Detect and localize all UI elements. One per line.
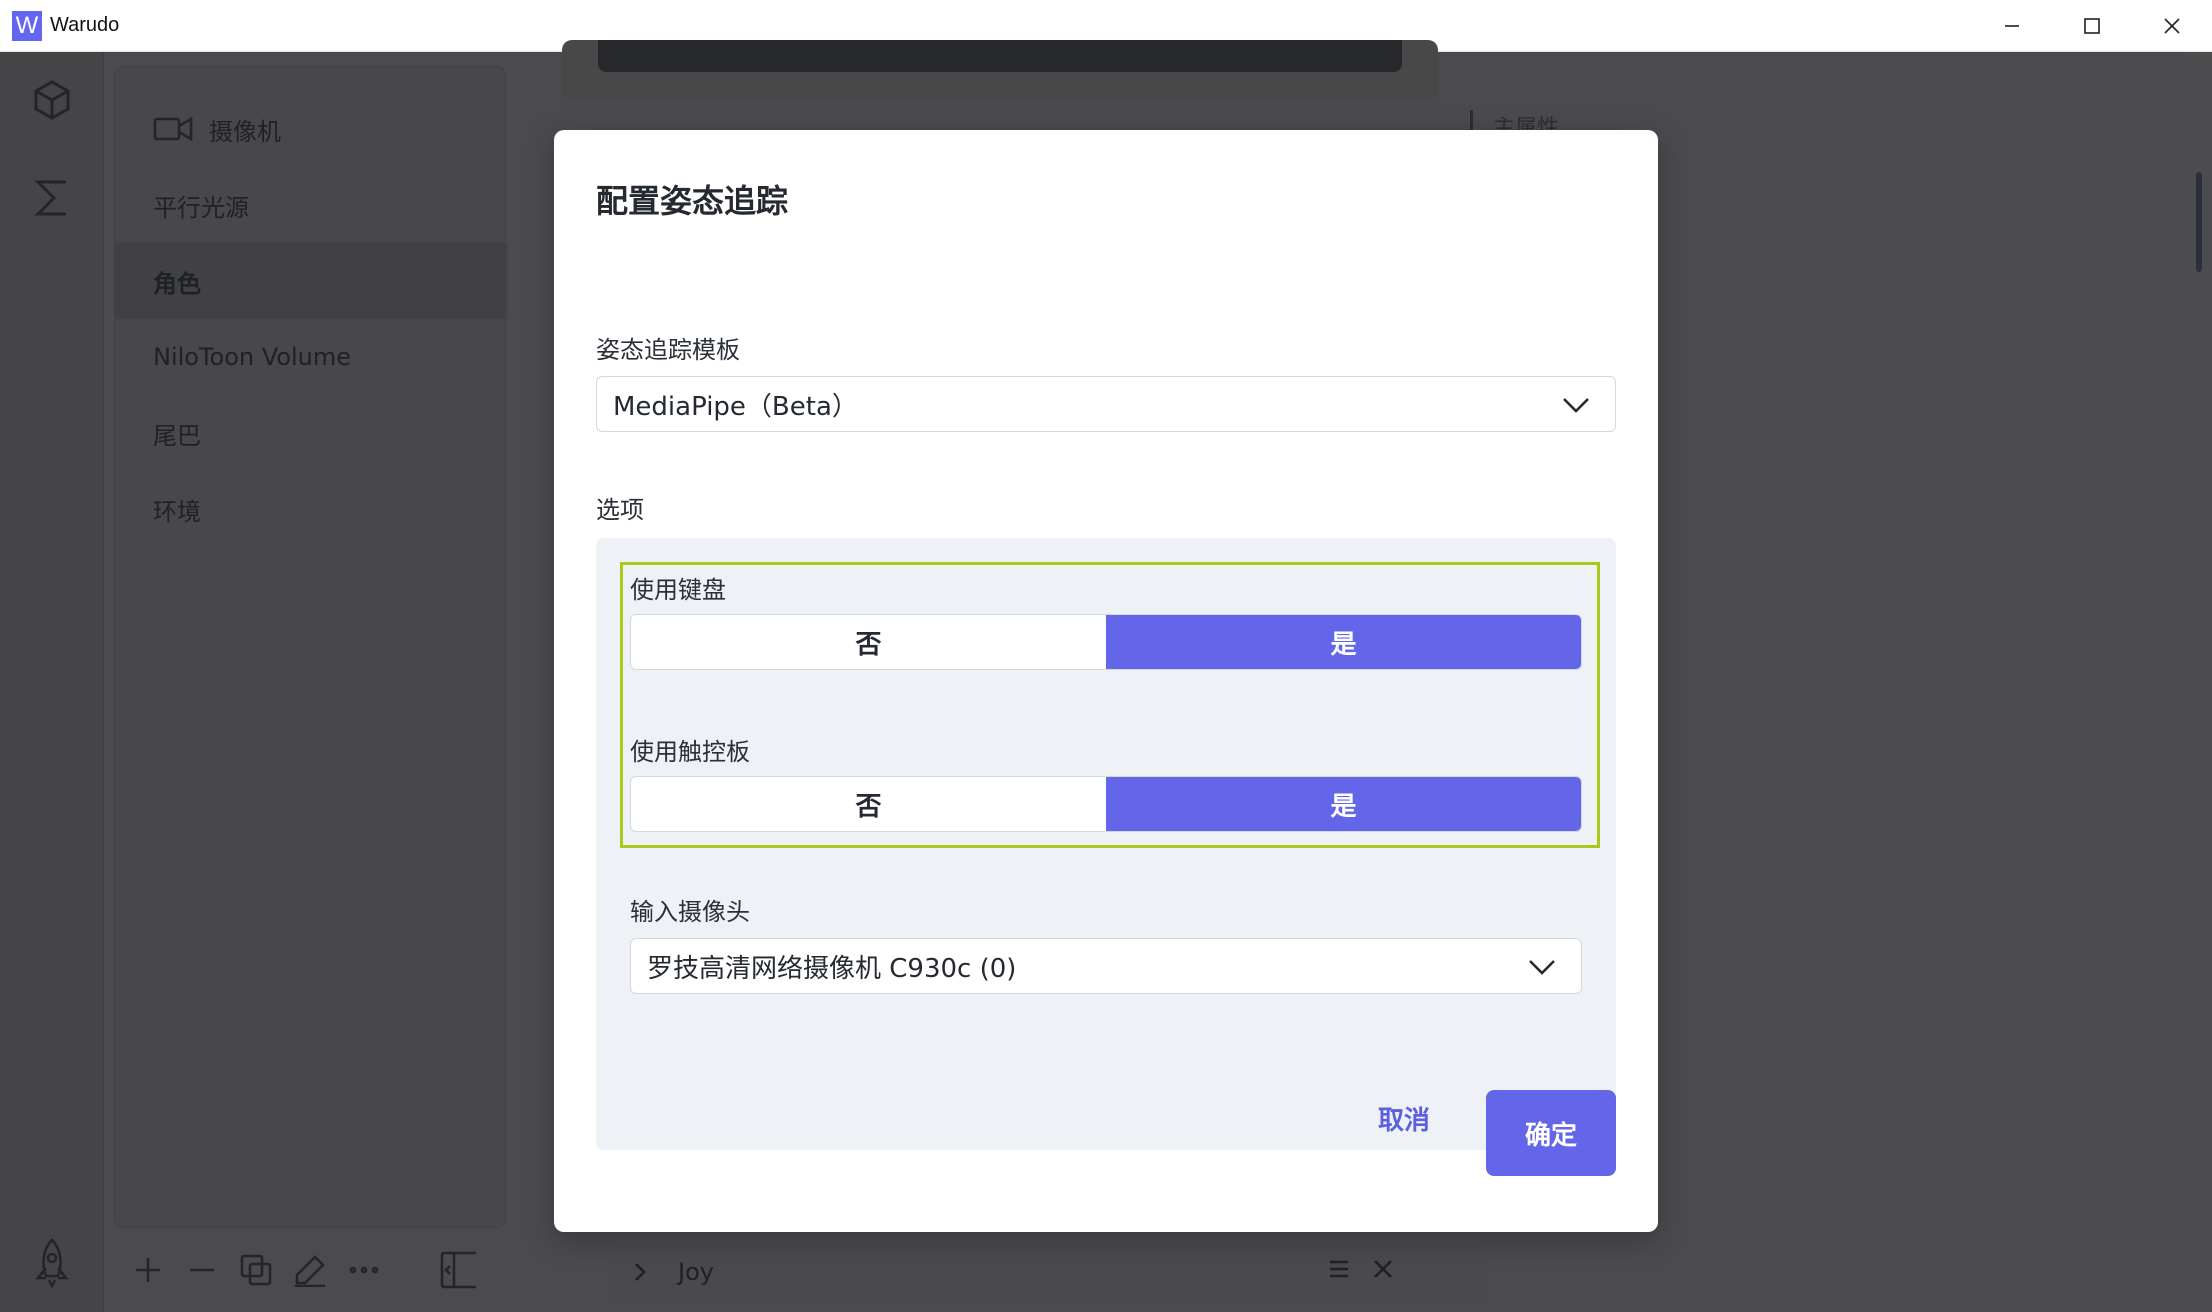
dialog-title: 配置姿态追踪 [596, 182, 789, 220]
left-rail [0, 52, 104, 1312]
sidebar-item-label: NiloToon Volume [153, 343, 352, 371]
close-icon[interactable] [2132, 0, 2212, 52]
joy-row-tools [1326, 1256, 1396, 1286]
maximize-icon[interactable] [2052, 0, 2132, 52]
panel-toggle-icon[interactable] [440, 1251, 476, 1289]
plus-icon[interactable] [130, 1252, 166, 1288]
rocket-icon[interactable] [30, 1236, 74, 1290]
sidebar-item-label: 平行光源 [153, 193, 249, 222]
joy-label: Joy [678, 1258, 714, 1286]
edit-icon[interactable] [292, 1252, 328, 1288]
sidebar-item-label: 角色 [153, 269, 201, 298]
use-touchpad-no-option[interactable]: 否 [631, 777, 1106, 831]
sidebar-item-label: 摄像机 [209, 117, 281, 146]
app-logo: W [12, 10, 42, 41]
sidebar-item-camera[interactable]: 摄像机 [115, 91, 507, 167]
template-select[interactable]: MediaPipe（Beta） [596, 376, 1616, 432]
sidebar-item-character[interactable]: 角色 [115, 243, 507, 319]
chevron-down-icon [1561, 391, 1591, 419]
sidebar-item-environment[interactable]: 环境 [115, 471, 507, 547]
input-camera-select[interactable]: 罗技高清网络摄像机 C930c (0) [630, 938, 1582, 994]
entity-list-panel: 摄像机 平行光源 角色 NiloToon Volume 尾巴 环境 [114, 66, 507, 1228]
use-keyboard-label: 使用键盘 [630, 576, 726, 604]
cancel-button[interactable]: 取消 [1344, 1090, 1464, 1146]
duplicate-icon[interactable] [238, 1252, 274, 1288]
template-select-value: MediaPipe（Beta） [613, 391, 858, 422]
use-touchpad-yes-option[interactable]: 是 [1106, 777, 1581, 831]
chevron-down-icon [1527, 953, 1557, 981]
minus-icon[interactable] [184, 1252, 220, 1288]
pose-tracking-dialog: 配置姿态追踪 姿态追踪模板 MediaPipe（Beta） 选项 使用键盘 否 … [554, 130, 1658, 1232]
chevron-right-icon[interactable] [628, 1260, 652, 1284]
sidebar-item-nilotoon-volume[interactable]: NiloToon Volume [115, 319, 507, 395]
options-panel: 使用键盘 否 是 使用触控板 否 是 输入摄像头 罗技高清网络摄像机 C930c… [596, 538, 1616, 1150]
cube-icon[interactable] [28, 76, 76, 124]
input-camera-value: 罗技高清网络摄像机 C930c (0) [647, 953, 1017, 984]
use-keyboard-no-option[interactable]: 否 [631, 615, 1106, 669]
use-keyboard-toggle[interactable]: 否 是 [630, 614, 1582, 670]
menu-icon[interactable] [1326, 1256, 1352, 1286]
more-icon[interactable] [346, 1252, 382, 1288]
use-touchpad-toggle[interactable]: 否 是 [630, 776, 1582, 832]
sidebar-item-label: 环境 [153, 497, 201, 526]
sigma-icon[interactable] [28, 174, 76, 222]
sidebar-toolbar [130, 1244, 476, 1296]
window-title: Warudo [50, 14, 120, 36]
background-preview [598, 40, 1402, 72]
scrollbar-thumb[interactable] [2196, 172, 2202, 272]
window-controls [1972, 0, 2212, 52]
options-label: 选项 [596, 496, 644, 524]
input-camera-label: 输入摄像头 [630, 898, 750, 926]
use-keyboard-yes-option[interactable]: 是 [1106, 615, 1581, 669]
sidebar-item-label: 尾巴 [153, 421, 201, 450]
close-icon[interactable] [1370, 1256, 1396, 1286]
template-label: 姿态追踪模板 [596, 336, 740, 364]
use-touchpad-label: 使用触控板 [630, 738, 750, 766]
minimize-icon[interactable] [1972, 0, 2052, 52]
camera-icon [153, 115, 193, 143]
sidebar-item-tail[interactable]: 尾巴 [115, 395, 507, 471]
sidebar-item-directional-light[interactable]: 平行光源 [115, 167, 507, 243]
confirm-button[interactable]: 确定 [1486, 1090, 1616, 1176]
